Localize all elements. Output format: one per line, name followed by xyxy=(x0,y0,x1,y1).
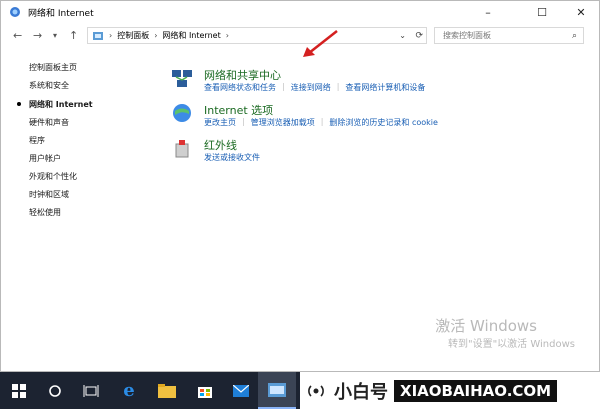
brand-banner: 小白号 XIAOBAIHAO.COM xyxy=(300,372,600,409)
link-delete-history[interactable]: 删除浏览的历史记录和 cookie xyxy=(329,117,438,128)
close-button[interactable]: ✕ xyxy=(565,1,597,23)
up-icon[interactable]: ↑ xyxy=(69,29,78,42)
sidebar-item-hardware-sound[interactable]: 硬件和声音 xyxy=(29,117,69,128)
sidebar-item-programs[interactable]: 程序 xyxy=(29,135,45,146)
recent-dropdown-icon[interactable]: ▾ xyxy=(53,31,57,40)
internet-options-title[interactable]: Internet 选项 xyxy=(204,102,273,118)
link-send-receive-files[interactable]: 发送或接收文件 xyxy=(204,152,260,163)
forward-icon[interactable]: → xyxy=(33,29,42,42)
link-view-network-status[interactable]: 查看网络状态和任务 xyxy=(204,82,276,93)
sidebar-item-label: 网络和 Internet xyxy=(29,100,93,109)
link-manage-addons[interactable]: 管理浏览器加载项 xyxy=(251,117,315,128)
task-view-icon xyxy=(83,384,99,397)
sidebar-item-ease-of-access[interactable]: 轻松使用 xyxy=(29,207,61,218)
task-view-button[interactable] xyxy=(72,372,110,409)
link-connect-network[interactable]: 连接到网络 xyxy=(291,82,331,93)
address-field[interactable]: › 控制面板 › 网络和 Internet › ⌄ ⟳ xyxy=(87,27,427,44)
mail-icon xyxy=(233,384,249,397)
link-view-network-computers[interactable]: 查看网络计算机和设备 xyxy=(345,82,425,93)
sidebar-item-appearance[interactable]: 外观和个性化 xyxy=(29,171,77,182)
address-bar: ← → ▾ ↑ › 控制面板 › 网络和 Internet › ⌄ ⟳ 搜索控制… xyxy=(1,23,599,49)
breadcrumb-separator-icon: › xyxy=(109,31,113,40)
network-sharing-icon xyxy=(172,70,192,87)
link-divider: | xyxy=(242,117,245,126)
link-divider: | xyxy=(336,82,340,91)
activation-watermark-subtitle: 转到"设置"以激活 Windows xyxy=(447,339,575,350)
title-bar: 网络和 Internet – ☐ ✕ xyxy=(1,1,599,23)
file-explorer-button[interactable] xyxy=(148,372,186,409)
link-divider: | xyxy=(320,117,324,126)
brand-domain: XIAOBAIHAO.COM xyxy=(394,379,558,402)
breadcrumb-control-panel[interactable]: 控制面板 xyxy=(117,30,149,41)
edge-icon: e xyxy=(123,380,135,401)
infrared-title[interactable]: 红外线 xyxy=(204,137,237,153)
breadcrumb-separator-icon: › xyxy=(225,31,229,40)
control-panel-icon xyxy=(268,382,286,397)
sidebar-item-system-security[interactable]: 系统和安全 xyxy=(29,80,69,91)
broadcast-icon xyxy=(308,384,324,397)
mail-button[interactable] xyxy=(222,372,260,409)
current-bullet-icon xyxy=(17,102,21,106)
breadcrumb-separator-icon: › xyxy=(154,31,158,40)
refresh-icon[interactable]: ⟳ xyxy=(415,31,423,41)
store-button[interactable] xyxy=(186,372,224,409)
file-explorer-icon xyxy=(158,383,176,398)
sidebar-item-network-internet[interactable]: 网络和 Internet xyxy=(17,99,93,110)
control-panel-taskbar-button[interactable] xyxy=(258,372,296,409)
cortana-icon xyxy=(49,384,61,397)
red-arrow-annotation xyxy=(303,30,338,57)
infrared-icon xyxy=(175,140,189,158)
address-dropdown-icon[interactable]: ⌄ xyxy=(399,31,406,40)
brand-chinese-name: 小白号 xyxy=(334,381,388,403)
sidebar-item-user-accounts[interactable]: 用户帐户 xyxy=(29,153,61,164)
window-title: 网络和 Internet xyxy=(28,9,94,19)
control-panel-window: 网络和 Internet – ☐ ✕ ← → ▾ ↑ › 控制面板 › 网络和 … xyxy=(0,0,600,372)
control-panel-icon xyxy=(93,31,103,40)
cortana-button[interactable] xyxy=(36,372,74,409)
search-icon[interactable]: ⌕ xyxy=(572,29,577,44)
sidebar-item-clock-region[interactable]: 时钟和区域 xyxy=(29,189,69,200)
activation-watermark-title: 激活 Windows xyxy=(435,317,537,335)
start-button[interactable] xyxy=(0,372,38,409)
link-divider: | xyxy=(282,82,285,91)
start-icon xyxy=(12,383,26,398)
internet-globe-icon xyxy=(173,104,191,122)
sidebar-item-home[interactable]: 控制面板主页 xyxy=(29,62,77,73)
breadcrumb-network-internet[interactable]: 网络和 Internet xyxy=(162,30,220,41)
search-placeholder: 搜索控制面板 xyxy=(443,31,491,40)
minimize-button[interactable]: – xyxy=(472,1,504,23)
search-input[interactable]: 搜索控制面板 ⌕ xyxy=(434,27,584,44)
maximize-button[interactable]: ☐ xyxy=(526,1,558,23)
store-icon xyxy=(198,386,212,398)
link-change-homepage[interactable]: 更改主页 xyxy=(204,117,236,128)
back-icon[interactable]: ← xyxy=(13,29,22,42)
network-sharing-title[interactable]: 网络和共享中心 xyxy=(204,67,281,83)
edge-button[interactable]: e xyxy=(110,372,148,409)
network-icon xyxy=(10,7,20,17)
